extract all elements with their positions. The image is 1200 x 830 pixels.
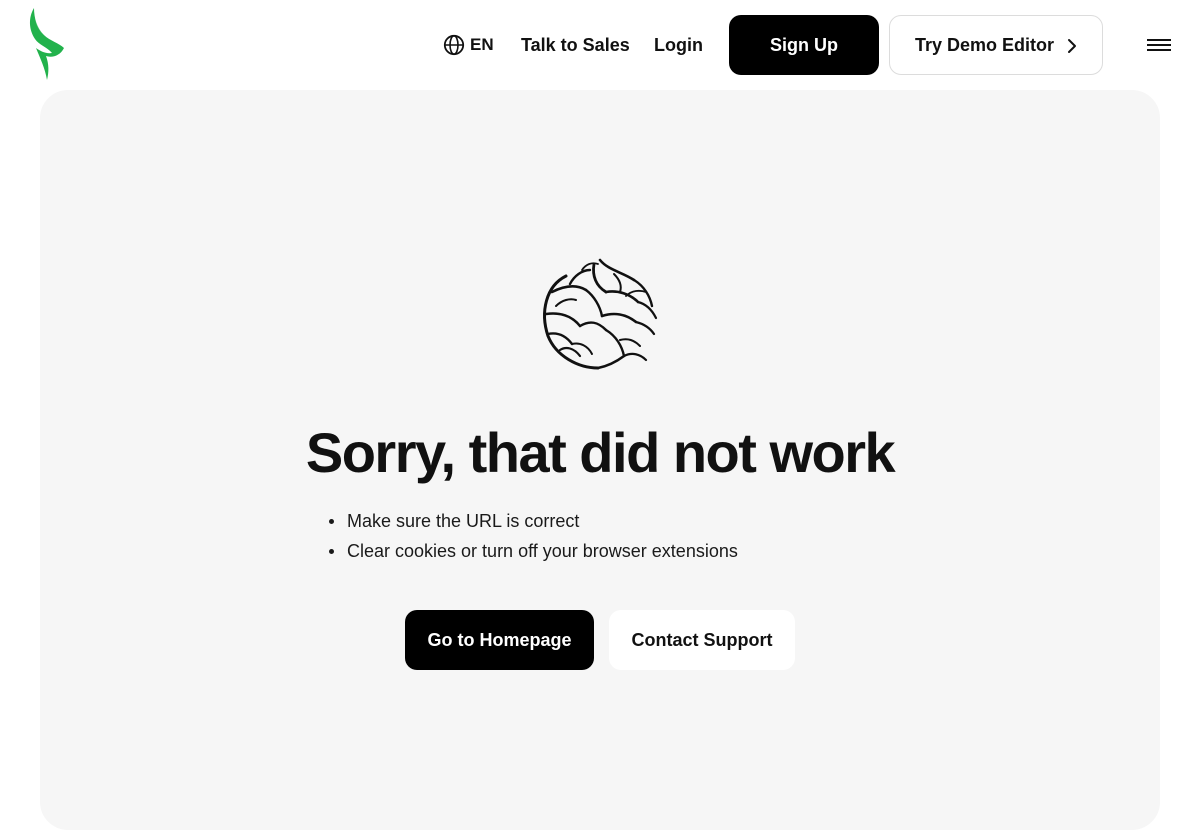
site-header: EN Talk to Sales Login Sign Up Try Demo …	[0, 0, 1200, 90]
go-to-homepage-button[interactable]: Go to Homepage	[405, 610, 594, 670]
contact-support-label: Contact Support	[631, 629, 773, 650]
tip-item: Make sure the URL is correct	[327, 506, 738, 536]
globe-icon	[443, 34, 465, 56]
tangled-branches-illustration	[536, 256, 664, 376]
hamburger-menu-button[interactable]	[1146, 36, 1172, 54]
login-link[interactable]: Login	[654, 33, 703, 57]
contact-support-button[interactable]: Contact Support	[609, 610, 795, 670]
hamburger-menu-icon	[1147, 39, 1171, 51]
talk-to-sales-link[interactable]: Talk to Sales	[521, 33, 630, 57]
tangled-branches-icon	[543, 258, 658, 370]
brand-logo[interactable]	[26, 6, 68, 82]
try-demo-editor-button[interactable]: Try Demo Editor	[889, 15, 1103, 75]
tip-item: Clear cookies or turn off your browser e…	[327, 536, 738, 566]
language-selector[interactable]: EN	[443, 33, 494, 57]
language-label: EN	[470, 35, 494, 54]
sign-up-button[interactable]: Sign Up	[729, 15, 879, 75]
troubleshooting-tips: Make sure the URL is correct Clear cooki…	[327, 506, 738, 566]
chevron-right-icon	[1068, 39, 1076, 53]
go-to-homepage-label: Go to Homepage	[427, 629, 572, 650]
sign-up-label: Sign Up	[770, 34, 838, 55]
lightning-leaf-logo-icon	[29, 8, 64, 80]
error-title: Sorry, that did not work	[305, 421, 896, 484]
try-demo-editor-label: Try Demo Editor	[915, 34, 1055, 55]
